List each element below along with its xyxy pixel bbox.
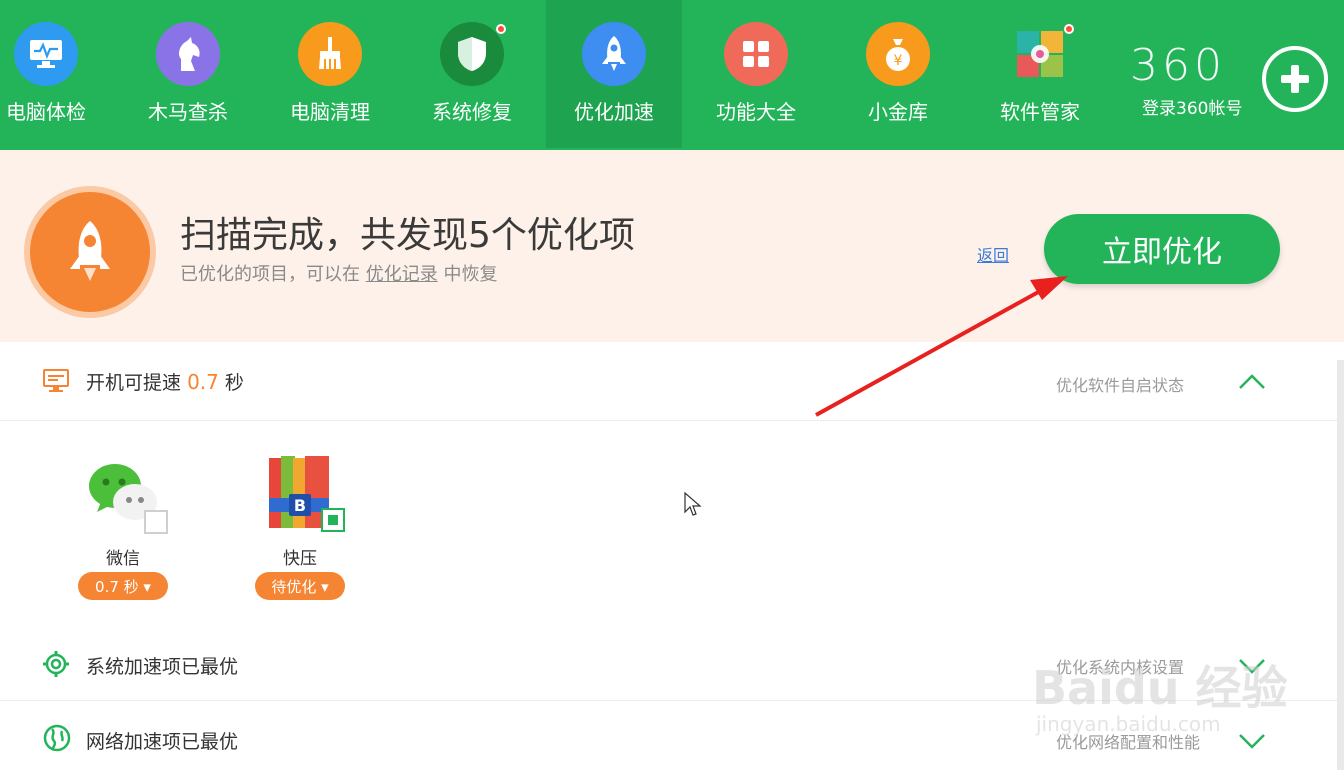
annotation-arrow <box>815 276 1068 417</box>
mouse-cursor-icon <box>684 492 702 516</box>
